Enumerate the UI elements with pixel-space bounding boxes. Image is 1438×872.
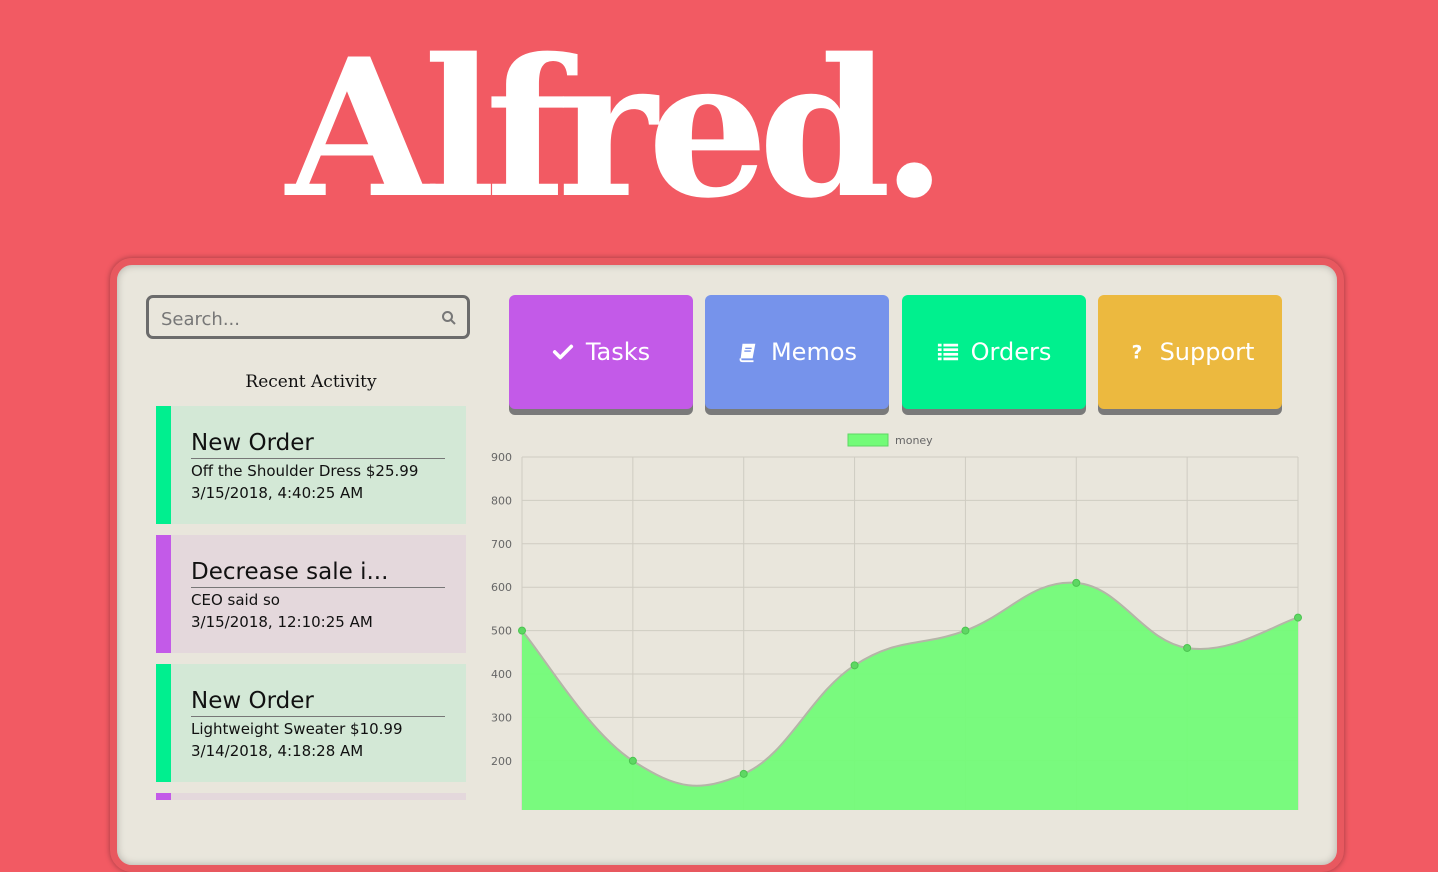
activity-accent-bar: [156, 406, 171, 524]
legend-swatch: [847, 433, 889, 447]
activity-timestamp: 3/14/2018, 4:18:28 AM: [191, 742, 364, 760]
activity-accent-bar: [156, 793, 171, 800]
data-point: [961, 626, 970, 635]
search-icon[interactable]: [441, 310, 457, 326]
tasks-button-label: Tasks: [585, 338, 651, 366]
activity-detail: Off the Shoulder Dress $25.99: [191, 462, 419, 480]
y-tick-label: 900: [491, 451, 512, 464]
activity-detail: Lightweight Sweater $10.99: [191, 720, 403, 738]
data-point: [628, 756, 637, 765]
memos-button-label: Memos: [770, 338, 858, 366]
data-point: [1294, 613, 1302, 622]
y-tick-label: 300: [491, 711, 512, 724]
y-tick-label: 200: [491, 755, 512, 768]
question-icon: ?: [1131, 342, 1142, 363]
y-tick-label: 400: [491, 668, 512, 681]
data-point: [739, 769, 748, 778]
book-icon: [739, 343, 756, 363]
activity-item[interactable]: [156, 793, 466, 800]
tasks-button[interactable]: Tasks: [509, 295, 693, 409]
y-tick-label: 800: [491, 494, 512, 507]
series-area: [522, 582, 1298, 810]
app-title: Alfred.: [286, 17, 947, 240]
activity-detail: CEO said so: [191, 591, 280, 609]
memos-button[interactable]: Memos: [705, 295, 889, 409]
support-button-label: Support: [1159, 338, 1255, 366]
activity-timestamp: 3/15/2018, 4:40:25 AM: [191, 484, 364, 502]
activity-accent-bar: [156, 664, 171, 782]
orders-button[interactable]: Orders: [902, 295, 1086, 409]
data-point: [850, 661, 859, 670]
legend-label: money: [895, 434, 933, 447]
activity-timestamp: 3/15/2018, 12:10:25 AM: [191, 613, 373, 631]
y-tick-label: 700: [491, 538, 512, 551]
search-box[interactable]: [146, 295, 470, 339]
orders-button-label: Orders: [970, 338, 1052, 366]
activity-item[interactable]: New Order Lightweight Sweater $10.99 3/1…: [156, 664, 466, 782]
check-icon: [552, 344, 573, 360]
support-button[interactable]: ? Support: [1098, 295, 1282, 409]
list-icon: [937, 343, 958, 361]
recent-activity-heading: Recent Activity: [245, 372, 377, 392]
y-tick-label: 500: [491, 625, 512, 638]
svg-text:?: ?: [1131, 342, 1142, 363]
activity-item[interactable]: Decrease sale i... CEO said so 3/15/2018…: [156, 535, 466, 653]
activity-title: New Order: [191, 428, 445, 459]
data-point: [1183, 643, 1192, 652]
activity-item[interactable]: New Order Off the Shoulder Dress $25.99 …: [156, 406, 466, 524]
y-tick-label: 600: [491, 581, 512, 594]
activity-accent-bar: [156, 535, 171, 653]
money-area-chart: money 200 300 400 500 600 700 800 900: [491, 433, 1302, 810]
activity-title: New Order: [191, 686, 445, 717]
data-point: [518, 626, 526, 635]
activity-title: Decrease sale i...: [191, 557, 445, 588]
data-point: [1072, 578, 1081, 587]
search-input[interactable]: [159, 304, 433, 334]
